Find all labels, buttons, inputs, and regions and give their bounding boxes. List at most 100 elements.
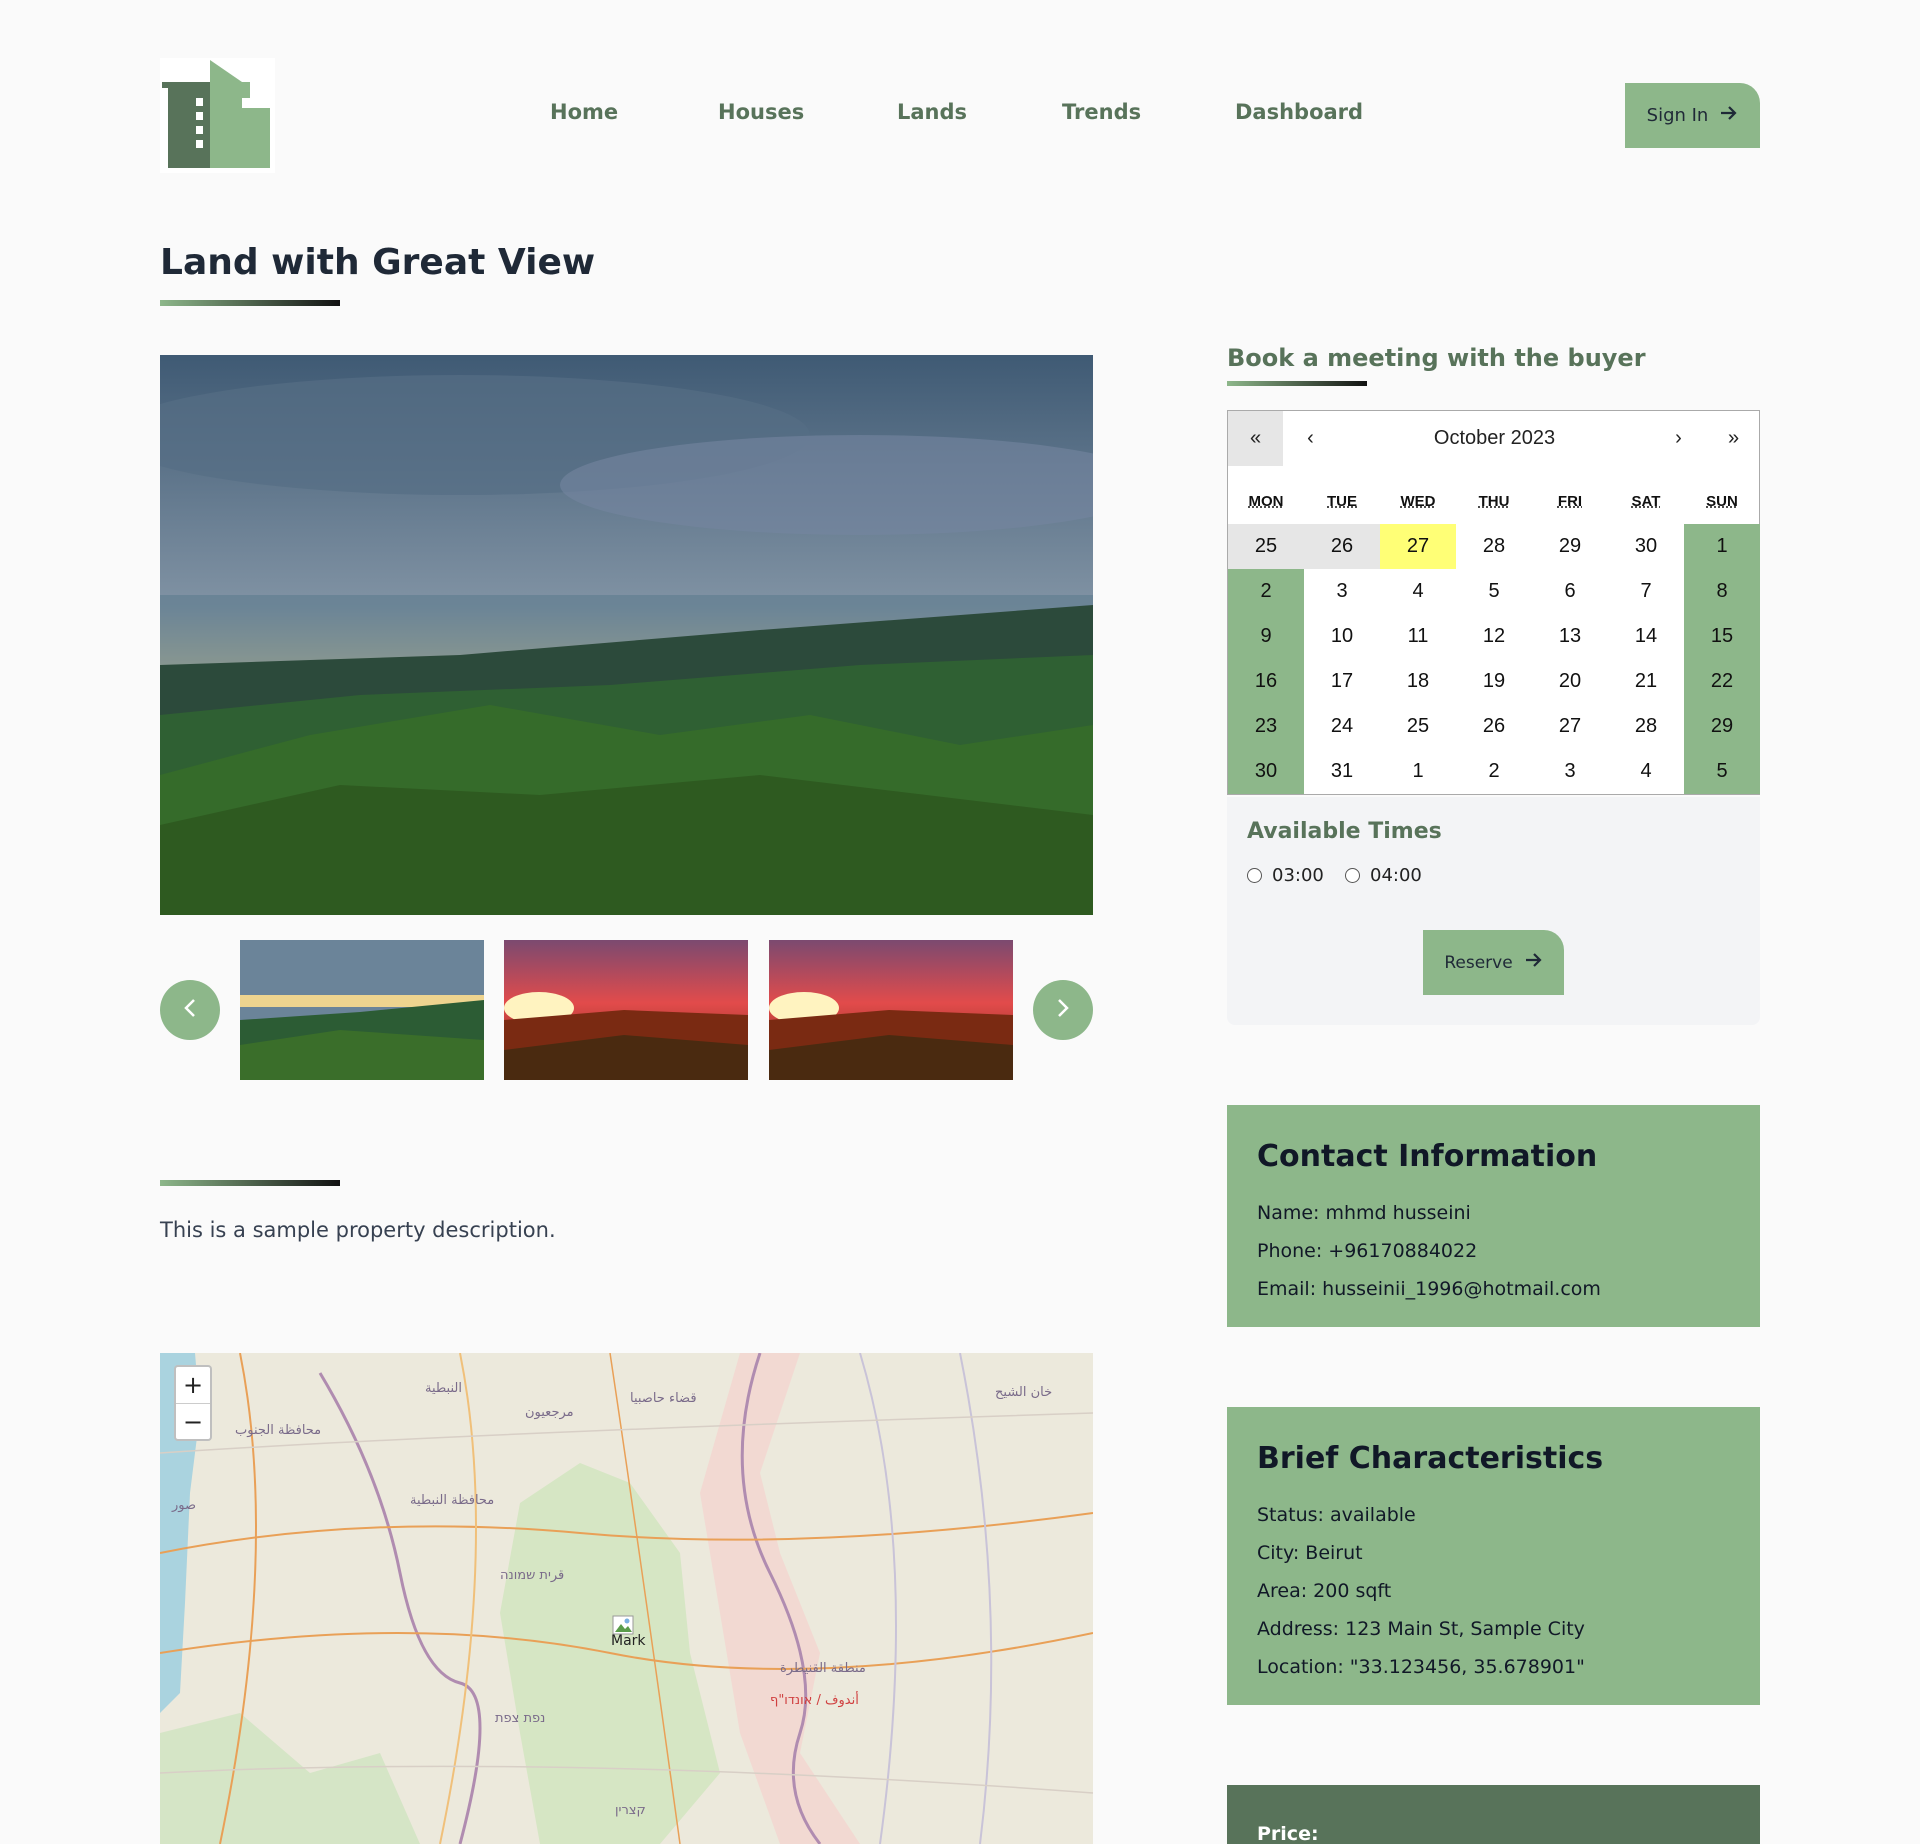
- calendar-day[interactable]: 15: [1684, 614, 1760, 659]
- characteristic-address: Address: 123 Main St, Sample City: [1257, 1618, 1585, 1640]
- radio-button[interactable]: [1247, 868, 1262, 883]
- calendar-day[interactable]: 6: [1532, 569, 1608, 614]
- arrow-right-icon: [1525, 952, 1543, 973]
- map-place-label: محافظة الجنوب: [235, 1423, 322, 1438]
- weekday-header: SAT: [1631, 493, 1661, 510]
- calendar-day[interactable]: 8: [1684, 569, 1760, 614]
- calendar-day[interactable]: 16: [1228, 659, 1304, 704]
- radio-button[interactable]: [1345, 868, 1360, 883]
- calendar-day[interactable]: 30: [1608, 524, 1684, 569]
- available-times-panel: Available Times 03:00 04:00 Reserve: [1227, 797, 1760, 1025]
- contact-email: Email: husseinii_1996@hotmail.com: [1257, 1278, 1601, 1300]
- calendar-day[interactable]: 28: [1456, 524, 1532, 569]
- zoom-in-button[interactable]: +: [176, 1367, 210, 1403]
- property-map[interactable]: + − النبطية محافظة الجنوب محافظة النبطية…: [160, 1353, 1093, 1844]
- thumbnail-3[interactable]: [769, 940, 1013, 1080]
- calendar-day[interactable]: 25: [1228, 524, 1304, 569]
- main-photo: [160, 355, 1093, 915]
- calendar-day[interactable]: 27: [1380, 524, 1456, 569]
- calendar-day[interactable]: 24: [1304, 704, 1380, 749]
- logo[interactable]: [160, 58, 275, 173]
- calendar-next-month-button[interactable]: ›: [1651, 411, 1706, 466]
- map-place-label: مرجعيون: [525, 1405, 574, 1420]
- page-title: Land with Great View: [160, 242, 596, 283]
- contact-name: Name: mhmd husseini: [1257, 1202, 1471, 1224]
- title-underline: [160, 300, 340, 306]
- calendar-day[interactable]: 26: [1304, 524, 1380, 569]
- calendar-day[interactable]: 4: [1608, 749, 1684, 794]
- characteristics-title: Brief Characteristics: [1257, 1441, 1604, 1476]
- weekday-header: TUE: [1327, 493, 1357, 510]
- calendar-day[interactable]: 14: [1608, 614, 1684, 659]
- calendar-day[interactable]: 3: [1532, 749, 1608, 794]
- calendar-day[interactable]: 5: [1456, 569, 1532, 614]
- calendar-day[interactable]: 19: [1456, 659, 1532, 704]
- calendar-day[interactable]: 9: [1228, 614, 1304, 659]
- map-place-label: النبطية: [425, 1381, 462, 1396]
- calendar-day[interactable]: 30: [1228, 749, 1304, 794]
- nav-home[interactable]: Home: [550, 100, 618, 124]
- calendar-day[interactable]: 21: [1608, 659, 1684, 704]
- calendar-day[interactable]: 2: [1228, 569, 1304, 614]
- calendar-day[interactable]: 20: [1532, 659, 1608, 704]
- sign-in-label: Sign In: [1646, 105, 1709, 126]
- calendar-day[interactable]: 1: [1380, 749, 1456, 794]
- calendar-prev-year-button[interactable]: «: [1228, 411, 1283, 466]
- calendar-day[interactable]: 29: [1684, 704, 1760, 749]
- calendar-day[interactable]: 18: [1380, 659, 1456, 704]
- calendar-day[interactable]: 25: [1380, 704, 1456, 749]
- contact-card: Contact Information Name: mhmd husseini …: [1227, 1105, 1760, 1327]
- time-option-0300[interactable]: 03:00: [1247, 865, 1324, 886]
- calendar-next-year-button[interactable]: »: [1706, 411, 1761, 466]
- map-place-label: قرית שמונה: [500, 1568, 565, 1583]
- calendar-day[interactable]: 11: [1380, 614, 1456, 659]
- characteristic-status: Status: available: [1257, 1504, 1416, 1526]
- calendar-day[interactable]: 13: [1532, 614, 1608, 659]
- characteristic-city: City: Beirut: [1257, 1542, 1363, 1564]
- gallery-next-button[interactable]: [1033, 980, 1093, 1040]
- calendar-day[interactable]: 29: [1532, 524, 1608, 569]
- characteristic-area: Area: 200 sqft: [1257, 1580, 1392, 1602]
- nav-trends[interactable]: Trends: [1062, 100, 1141, 124]
- price-card: Price:: [1227, 1785, 1760, 1844]
- sign-in-button[interactable]: Sign In: [1625, 83, 1760, 148]
- property-description: This is a sample property description.: [160, 1218, 556, 1242]
- calendar-day[interactable]: 31: [1304, 749, 1380, 794]
- chevron-left-icon: [183, 995, 197, 1025]
- zoom-out-button[interactable]: −: [176, 1403, 210, 1439]
- time-option-0400[interactable]: 04:00: [1345, 865, 1422, 886]
- calendar-day[interactable]: 5: [1684, 749, 1760, 794]
- booking-title-underline: [1227, 381, 1367, 386]
- map-place-label: أندوف / אונדו"ף: [770, 1693, 859, 1708]
- calendar-day[interactable]: 7: [1608, 569, 1684, 614]
- map-place-label: محافظة النبطية: [410, 1493, 495, 1508]
- thumbnail-1[interactable]: [240, 940, 484, 1080]
- calendar-day[interactable]: 10: [1304, 614, 1380, 659]
- description-underline: [160, 1180, 340, 1186]
- calendar-day[interactable]: 22: [1684, 659, 1760, 704]
- map-place-label: נפת צפת: [495, 1711, 546, 1726]
- map-place-label: קצרין: [615, 1803, 646, 1818]
- calendar-month-label[interactable]: October 2023: [1338, 411, 1651, 466]
- calendar-day[interactable]: 23: [1228, 704, 1304, 749]
- map-zoom-control: + −: [174, 1365, 212, 1441]
- chevron-right-icon: [1056, 995, 1070, 1025]
- calendar-day[interactable]: 2: [1456, 749, 1532, 794]
- calendar-day[interactable]: 1: [1684, 524, 1760, 569]
- price-label: Price:: [1257, 1823, 1319, 1844]
- reserve-button[interactable]: Reserve: [1423, 930, 1564, 995]
- calendar-day[interactable]: 17: [1304, 659, 1380, 704]
- calendar-day[interactable]: 27: [1532, 704, 1608, 749]
- gallery-prev-button[interactable]: [160, 980, 220, 1040]
- contact-title: Contact Information: [1257, 1139, 1598, 1174]
- nav-houses[interactable]: Houses: [718, 100, 804, 124]
- nav-dashboard[interactable]: Dashboard: [1235, 100, 1363, 124]
- calendar-day[interactable]: 3: [1304, 569, 1380, 614]
- calendar-day[interactable]: 4: [1380, 569, 1456, 614]
- calendar-day[interactable]: 26: [1456, 704, 1532, 749]
- nav-lands[interactable]: Lands: [897, 100, 967, 124]
- calendar-day[interactable]: 12: [1456, 614, 1532, 659]
- calendar-day[interactable]: 28: [1608, 704, 1684, 749]
- calendar-prev-month-button[interactable]: ‹: [1283, 411, 1338, 466]
- thumbnail-2[interactable]: [504, 940, 748, 1080]
